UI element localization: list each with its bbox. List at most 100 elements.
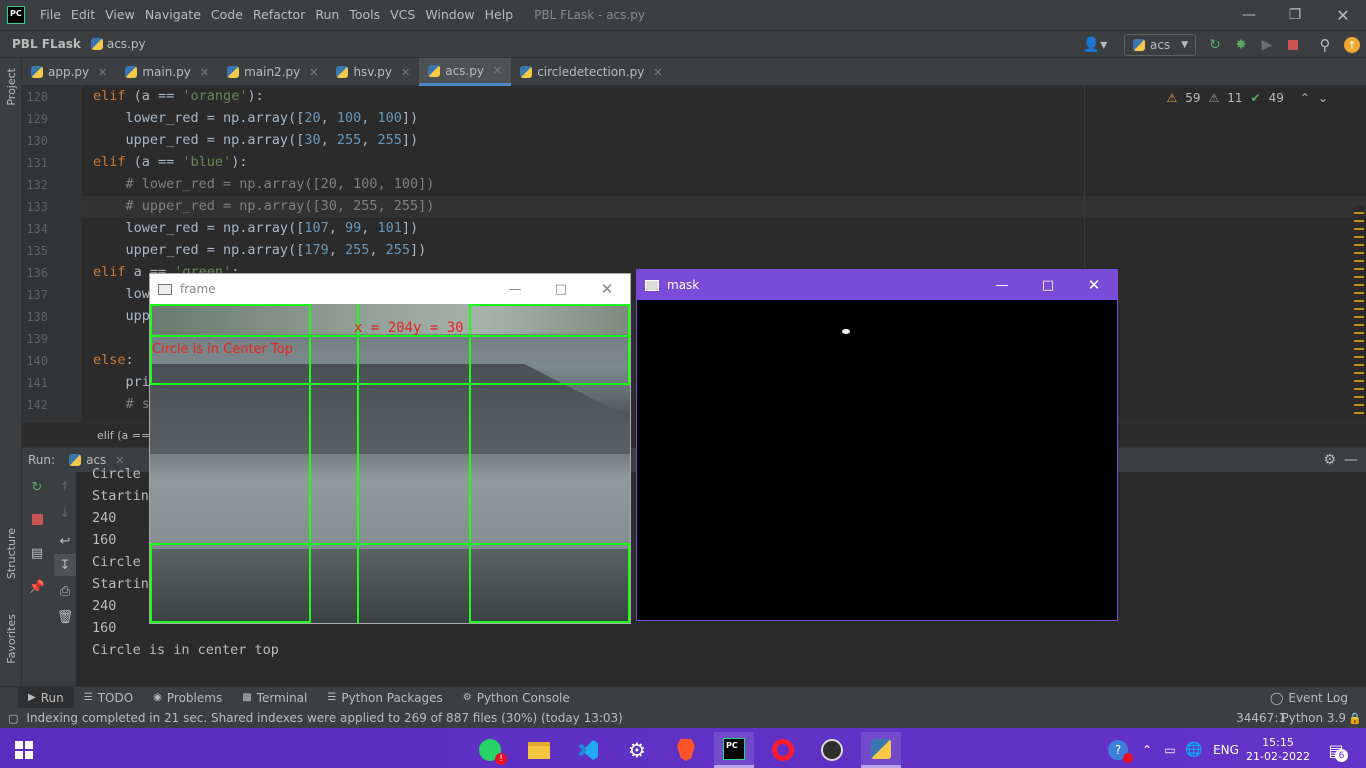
pin-icon[interactable]: 📌 [26,576,48,598]
up-arrow-icon[interactable]: ↑ [54,476,76,498]
tool-window-python-packages[interactable]: ☰ Python Packages [317,687,452,709]
stop-icon[interactable] [26,508,48,530]
help-icon[interactable]: ? [1100,732,1136,768]
close-icon[interactable]: ✕ [584,274,630,304]
code-line[interactable]: lower_red = np.array([20, 100, 100]) [93,110,419,126]
close-tab-icon[interactable]: ✕ [200,66,209,79]
pycharm-logo-icon[interactable]: PC [7,6,25,24]
close-tab-icon[interactable]: ✕ [653,66,662,79]
tool-window-problems[interactable]: ◉ Problems [143,687,232,709]
debug-icon[interactable]: ✸ [1231,35,1251,55]
user-icon[interactable]: 👤▾ [1082,35,1108,55]
code-line[interactable]: # lower_red = np.array([20, 100, 100]) [93,176,435,192]
code-line[interactable]: # upper_red = np.array([30, 255, 255]) [93,198,435,214]
menu-code[interactable]: Code [206,0,248,30]
show-hidden-icons-chevron[interactable]: ⌃ [1138,732,1156,768]
brave-icon[interactable] [666,732,706,768]
close-tab-icon[interactable]: ✕ [115,454,124,467]
soft-wrap-icon[interactable]: ↩ [54,530,76,552]
code-line[interactable]: # s [93,396,150,412]
menu-navigate[interactable]: Navigate [140,0,206,30]
vscode-icon[interactable] [568,732,608,768]
code-line[interactable]: elif (a == 'orange'): [93,88,264,104]
lock-icon[interactable]: 🔒 [1348,712,1362,725]
editor-tab[interactable]: circledetection.py ✕ [511,58,671,86]
notifications-icon[interactable]: ▤6 [1318,732,1354,768]
file-explorer-icon[interactable] [519,732,559,768]
trash-icon[interactable]: 🗑 [54,606,76,628]
editor-tab[interactable]: acs.py ✕ [419,58,512,86]
status-message[interactable]: Indexing completed in 21 sec. Shared ind… [26,711,622,725]
tool-window-python-console[interactable]: ⚙ Python Console [453,687,580,709]
mask-window[interactable]: mask — □ ✕ [636,269,1118,621]
obs-icon[interactable] [812,732,852,768]
menu-view[interactable]: View [100,0,140,30]
frame-window[interactable]: frame — □ ✕ x = 204y = 30 Circle is in C… [149,273,631,624]
status-toggle-icon[interactable]: ▢ [8,712,18,725]
interpreter-status[interactable]: Python 3.9 [1282,711,1347,725]
opera-icon[interactable] [763,732,803,768]
chevron-down-icon[interactable]: ⌄ [1318,91,1328,105]
layout-icon[interactable]: ▤ [26,542,48,564]
python-taskbar-icon[interactable] [861,732,901,768]
close-icon[interactable]: ✕ [1071,270,1117,300]
inspection-widget[interactable]: ⚠ 59 ⚠ 11 ✔ 49 ⌃ ⌄ [1166,91,1328,105]
close-tab-icon[interactable]: ✕ [493,64,502,77]
code-line[interactable]: upper_red = np.array([179, 255, 255]) [93,242,427,258]
menu-tools[interactable]: Tools [344,0,385,30]
scroll-to-end-icon[interactable]: ↧ [54,554,76,576]
clock[interactable]: 15:15 21-02-2022 [1246,732,1310,768]
close-button[interactable]: ✕ [1320,0,1366,30]
pycharm-taskbar-icon[interactable]: PC [714,732,754,768]
editor-tab[interactable]: hsv.py ✕ [327,58,419,86]
minimize-icon[interactable]: — [492,274,538,304]
close-tab-icon[interactable]: ✕ [401,66,410,79]
run-tab[interactable]: acs ✕ [69,453,124,467]
code-line[interactable]: elif (a == 'blue'): [93,154,247,170]
language-indicator[interactable]: ENG [1208,732,1244,768]
rerun-icon[interactable]: ↻ [1205,35,1225,55]
maximize-icon[interactable]: □ [1025,270,1071,300]
stop-icon[interactable] [1283,35,1303,55]
tool-window-todo[interactable]: ☰ TODO [74,687,143,709]
code-breadcrumb[interactable]: elif (a == [97,429,150,442]
close-tab-icon[interactable]: ✕ [98,66,107,79]
code-line[interactable]: upper_red = np.array([30, 255, 255]) [93,132,419,148]
battery-icon[interactable]: ▭ [1160,732,1180,768]
menu-refactor[interactable]: Refactor [248,0,310,30]
minimize-icon[interactable]: — [979,270,1025,300]
menu-help[interactable]: Help [480,0,519,30]
menu-edit[interactable]: Edit [66,0,100,30]
maximize-icon[interactable]: □ [538,274,584,304]
down-arrow-icon[interactable]: ↓ [54,502,76,524]
search-icon[interactable]: ⚲ [1315,35,1335,55]
menu-window[interactable]: Window [420,0,479,30]
settings-gear-icon[interactable]: ⚙ [1323,452,1336,468]
caret-position[interactable]: 34467:1 [1236,711,1286,725]
print-icon[interactable]: ⎙ [54,580,76,602]
favorites-tool-button[interactable]: Favorites [5,614,18,664]
editor-tab[interactable]: app.py ✕ [22,58,116,86]
editor-tab[interactable]: main.py ✕ [116,58,218,86]
error-stripe[interactable] [1354,206,1364,416]
tool-window-terminal[interactable]: ▩ Terminal [232,687,317,709]
restore-button[interactable]: ❐ [1272,0,1318,30]
update-icon[interactable]: ↑ [1342,35,1362,55]
rerun-icon[interactable]: ↻ [26,476,48,498]
whatsapp-icon[interactable]: ! [470,732,510,768]
minimize-button[interactable]: — [1226,0,1272,30]
run-configuration-select[interactable]: acs ▼ [1124,34,1196,56]
menu-file[interactable]: File [35,0,66,30]
code-line[interactable]: else: [93,352,134,368]
project-breadcrumb[interactable]: PBL FLask [0,37,81,51]
network-globe-icon[interactable]: 🌐 [1184,732,1204,768]
close-tab-icon[interactable]: ✕ [309,66,318,79]
editor-tab[interactable]: main2.py ✕ [218,58,327,86]
project-tool-button[interactable]: Project [5,68,18,106]
chevron-up-icon[interactable]: ⌃ [1300,91,1310,105]
windows-start-icon[interactable] [4,732,44,768]
coverage-icon[interactable]: ▶ [1257,35,1277,55]
menu-vcs[interactable]: VCS [385,0,420,30]
event-log-button[interactable]: ◯ Event Log [1260,687,1358,709]
settings-icon[interactable]: ⚙ [617,732,657,768]
